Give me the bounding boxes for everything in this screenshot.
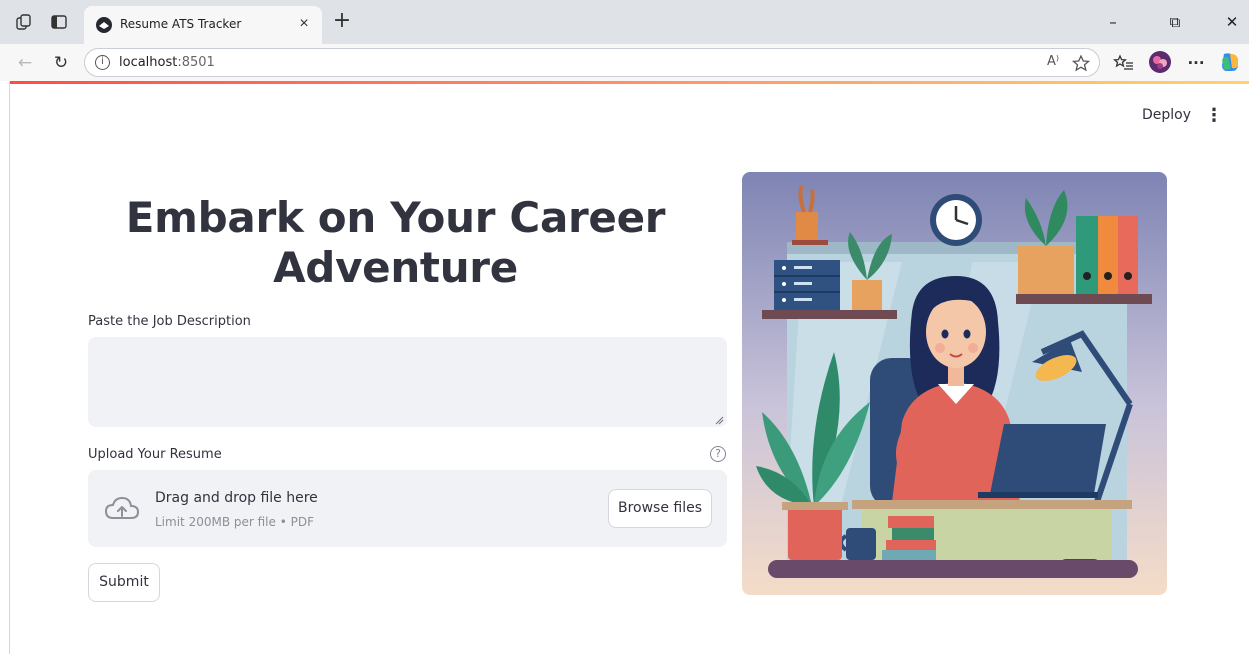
viewport-border xyxy=(9,81,10,654)
browse-files-button[interactable]: Browse files xyxy=(608,489,712,528)
help-tooltip-icon[interactable]: ? xyxy=(710,446,726,462)
address-bar[interactable]: i localhost:8501 A⁾ xyxy=(84,48,1100,77)
site-info-icon[interactable]: i xyxy=(95,55,110,70)
new-tab-button[interactable]: + xyxy=(330,10,354,34)
url-text[interactable]: localhost:8501 xyxy=(119,55,215,70)
tab-title: Resume ATS Tracker xyxy=(120,17,242,31)
job-description-input[interactable] xyxy=(88,337,727,427)
streamlit-favicon-icon xyxy=(96,17,112,33)
more-options-icon[interactable]: ··· xyxy=(1184,52,1208,74)
favorite-star-icon[interactable] xyxy=(1071,54,1091,72)
browser-toolbar: ← ↻ i localhost:8501 A⁾ ··· xyxy=(0,44,1249,81)
deploy-button[interactable]: Deploy xyxy=(1142,107,1191,123)
close-window-button[interactable]: ✕ xyxy=(1221,12,1243,32)
upload-resume-label: Upload Your Resume xyxy=(88,447,222,462)
resize-grip-icon[interactable] xyxy=(714,415,724,425)
main-menu-icon[interactable]: ⋮ xyxy=(1204,104,1224,128)
career-illustration xyxy=(742,172,1167,595)
browser-tab-bar: Resume ATS Tracker × + – ⧉ ✕ xyxy=(0,0,1249,44)
file-dropzone[interactable]: Drag and drop file here Limit 200MB per … xyxy=(88,470,727,547)
dropzone-title: Drag and drop file here xyxy=(155,490,318,506)
copilot-icon[interactable] xyxy=(1218,50,1242,74)
app-header-decoration xyxy=(10,81,1249,84)
workspaces-icon[interactable] xyxy=(15,13,33,31)
profile-avatar-icon[interactable] xyxy=(1148,50,1172,74)
read-aloud-icon[interactable]: A⁾ xyxy=(1043,54,1063,72)
dropzone-limit-text: Limit 200MB per file • PDF xyxy=(155,515,314,529)
tab-close-icon[interactable]: × xyxy=(294,14,314,34)
cloud-upload-icon xyxy=(104,496,140,519)
minimize-button[interactable]: – xyxy=(1102,12,1124,32)
submit-button[interactable]: Submit xyxy=(88,563,160,602)
tab-actions-icon[interactable] xyxy=(50,13,68,31)
job-description-label: Paste the Job Description xyxy=(88,314,251,329)
refresh-icon[interactable]: ↻ xyxy=(50,52,72,74)
favorites-icon[interactable] xyxy=(1112,52,1136,74)
tab-resume-ats-tracker[interactable]: Resume ATS Tracker × xyxy=(84,6,322,44)
page-title: Embark on Your Career Adventure xyxy=(125,193,666,292)
restore-button[interactable]: ⧉ xyxy=(1164,12,1186,32)
back-arrow-icon[interactable]: ← xyxy=(14,52,36,74)
